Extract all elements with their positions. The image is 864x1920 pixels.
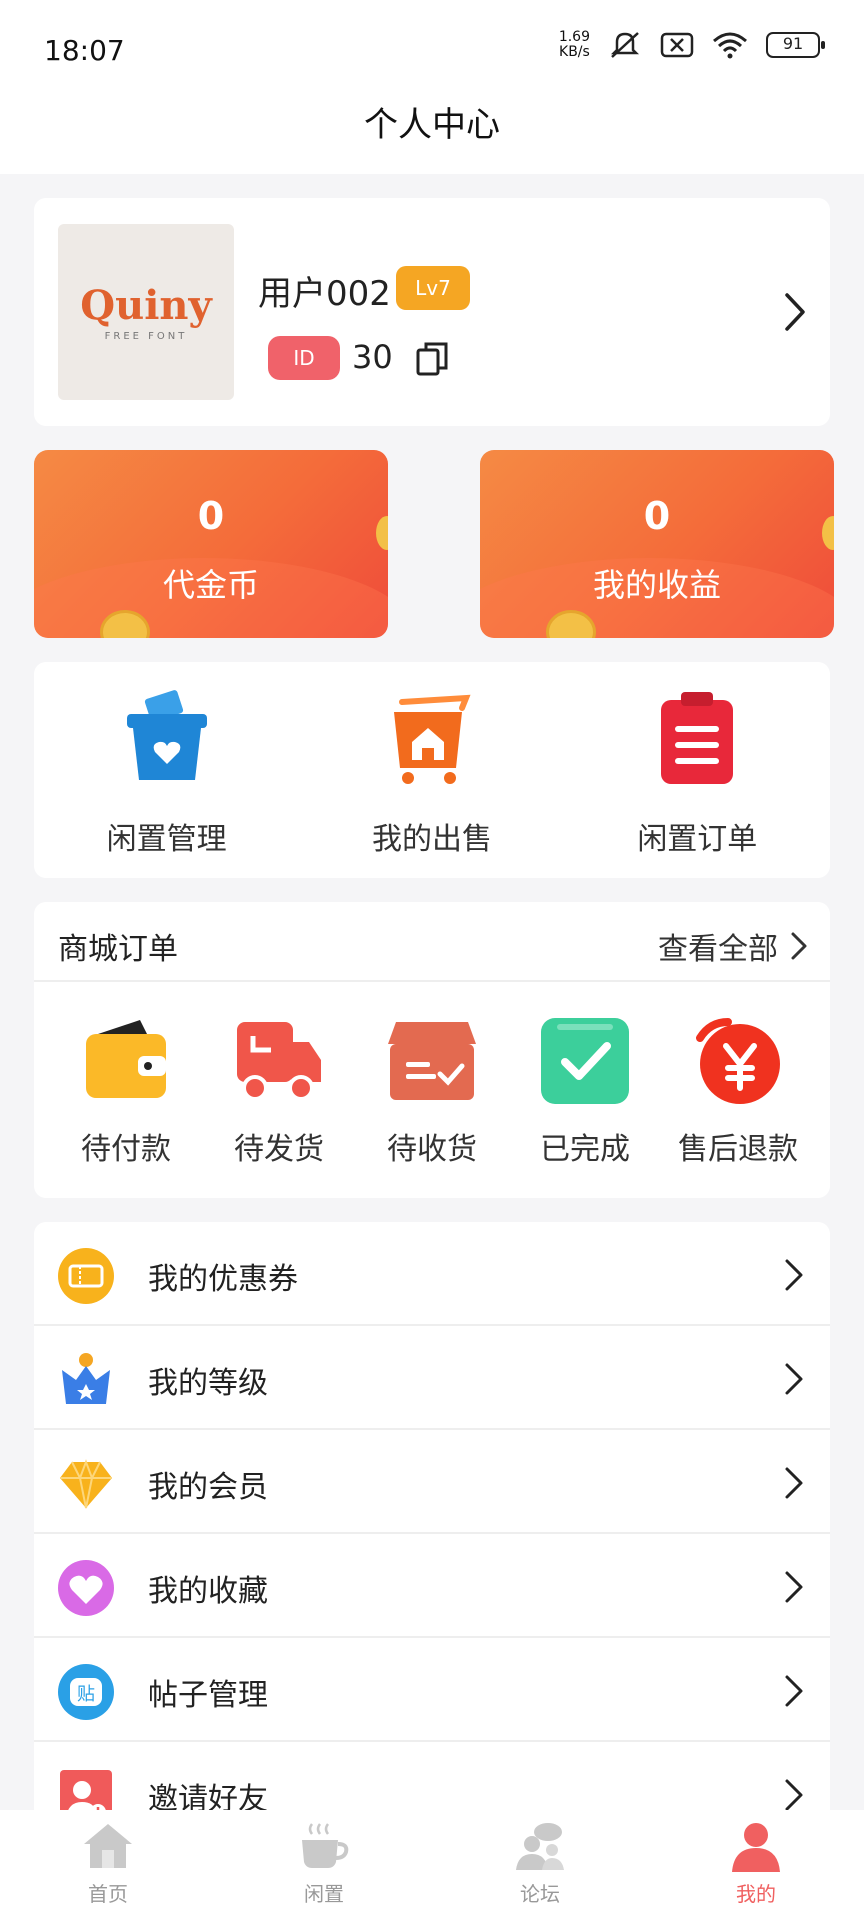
copy-icon[interactable] — [414, 340, 450, 378]
net-speed: 1.69 KB/s — [559, 30, 590, 60]
status-bar: 18:07 1.69 KB/s 91 — [0, 0, 864, 100]
no-sim-icon — [660, 32, 694, 58]
post-icon: 贴 — [58, 1664, 114, 1720]
pending-shipment-button[interactable]: 待发货 — [203, 1012, 355, 1168]
menu-item-coupons[interactable]: 我的优惠券 — [34, 1222, 830, 1326]
avatar-subtext: FREE FONT — [104, 331, 188, 342]
menu-label-level: 我的等级 — [148, 1366, 268, 1401]
username: 用户002 — [258, 274, 391, 314]
completed-button[interactable]: 已完成 — [509, 1012, 661, 1168]
status-time: 18:07 — [44, 34, 125, 67]
chevron-right-icon — [785, 1363, 803, 1395]
tab-mine[interactable]: 我的 — [648, 1810, 864, 1920]
avatar[interactable]: Quiny FREE FONT — [58, 224, 234, 400]
basket-heart-icon — [126, 690, 207, 780]
navbar: 个人中心 — [0, 100, 864, 174]
voucher-coin-card[interactable]: 0 代金币 — [34, 450, 388, 638]
view-all-label: 查看全部 — [658, 932, 778, 967]
menu-label-post-manage: 帖子管理 — [148, 1678, 268, 1713]
chevron-right-icon — [785, 1675, 803, 1707]
idle-orders-button[interactable]: 闲置订单 — [597, 662, 797, 878]
mall-orders-header: 商城订单 查看全部 — [34, 902, 830, 982]
bottom-tab-bar: 首页 闲置 论坛 我的 — [0, 1810, 864, 1920]
coupon-icon — [58, 1248, 114, 1304]
tab-idle-label: 闲置 — [304, 1882, 344, 1906]
pending-receipt-button[interactable]: 待收货 — [356, 1012, 508, 1168]
battery-icon: 91 — [766, 32, 825, 58]
chevron-right-icon — [785, 1779, 803, 1811]
net-speed-value: 1.69 — [558, 29, 590, 45]
after-sales-refund-button[interactable]: 售后退款 — [662, 1012, 814, 1168]
mall-orders-card: 商城订单 查看全部 待付款 待发货 待收货 已完成 售后退款 — [34, 902, 830, 1198]
menu-label-coupons: 我的优惠券 — [148, 1262, 298, 1297]
crown-icon — [62, 1353, 110, 1404]
user-id-value: 30 — [352, 338, 393, 376]
check-icon — [541, 1018, 629, 1104]
net-speed-unit: KB/s — [559, 44, 590, 60]
menu-label-favorites: 我的收藏 — [148, 1574, 268, 1609]
tab-mine-label: 我的 — [736, 1882, 776, 1906]
tab-idle[interactable]: 闲置 — [216, 1810, 432, 1920]
pending-payment-label: 待付款 — [81, 1132, 171, 1167]
tab-home[interactable]: 首页 — [0, 1810, 216, 1920]
mall-order-status-list: 待付款 待发货 待收货 已完成 售后退款 — [34, 982, 830, 1168]
pending-receipt-label: 待收货 — [387, 1132, 477, 1167]
box-check-icon — [388, 1022, 476, 1100]
menu-label-membership: 我的会员 — [148, 1470, 268, 1505]
tab-forum-label: 论坛 — [520, 1882, 560, 1906]
forum-icon — [516, 1823, 564, 1870]
menu-list: 我的优惠券 我的等级 我的会员 我的收藏 贴 帖子管理 邀请好友 — [34, 1222, 830, 1822]
pending-shipment-label: 待发货 — [234, 1132, 324, 1167]
chevron-right-icon — [785, 1467, 803, 1499]
idle-orders-label: 闲置订单 — [637, 822, 758, 857]
mall-orders-title: 商城订单 — [58, 932, 178, 967]
voucher-coin-value: 0 — [197, 494, 225, 538]
cart-shop-icon — [393, 694, 471, 784]
id-badge: ID — [268, 336, 340, 380]
menu-item-favorites[interactable]: 我的收藏 — [34, 1534, 830, 1638]
pending-payment-button[interactable]: 待付款 — [50, 1012, 202, 1168]
menu-item-level[interactable]: 我的等级 — [34, 1326, 830, 1430]
menu-item-membership[interactable]: 我的会员 — [34, 1430, 830, 1534]
page-title: 个人中心 — [364, 105, 500, 145]
chevron-right-icon — [785, 1259, 803, 1291]
level-badge: Lv7 — [396, 266, 470, 310]
chevron-right-icon — [791, 932, 807, 960]
completed-label: 已完成 — [540, 1132, 630, 1167]
status-icons: 1.69 KB/s 91 — [559, 30, 825, 60]
avatar-logo-text: Quiny — [80, 282, 212, 329]
menu-item-post-manage[interactable]: 贴 帖子管理 — [34, 1638, 830, 1742]
cup-icon — [302, 1823, 349, 1868]
after-sales-refund-label: 售后退款 — [678, 1132, 798, 1167]
tab-forum[interactable]: 论坛 — [432, 1810, 648, 1920]
earnings-label: 我的收益 — [592, 566, 721, 604]
diamond-icon — [60, 1459, 112, 1509]
truck-icon — [237, 1022, 321, 1101]
wifi-icon — [713, 32, 747, 59]
mute-icon — [610, 32, 640, 58]
view-all-button[interactable]: 查看全部 — [658, 924, 808, 968]
idle-manage-label: 闲置管理 — [106, 822, 227, 857]
my-sales-button[interactable]: 我的出售 — [332, 662, 532, 878]
tab-home-label: 首页 — [88, 1882, 128, 1906]
post-icon-text: 贴 — [77, 1684, 95, 1705]
home-icon — [84, 1824, 132, 1868]
chevron-right-icon — [785, 1571, 803, 1603]
my-earnings-card[interactable]: 0 我的收益 — [480, 450, 834, 638]
chevron-right-icon[interactable] — [782, 290, 808, 334]
idle-manage-button[interactable]: 闲置管理 — [67, 662, 267, 878]
profile-card[interactable]: Quiny FREE FONT 用户002 Lv7 ID 30 — [34, 198, 830, 426]
quick-actions: 闲置管理 我的出售 闲置订单 — [34, 662, 830, 878]
heart-icon — [58, 1560, 114, 1616]
yen-refund-icon — [696, 1018, 780, 1104]
voucher-coin-label: 代金币 — [162, 566, 259, 604]
user-icon — [732, 1823, 780, 1872]
clipboard-list-icon — [661, 692, 734, 784]
earnings-value: 0 — [643, 494, 671, 538]
my-sales-label: 我的出售 — [371, 822, 492, 857]
wallet-icon — [86, 1020, 166, 1098]
